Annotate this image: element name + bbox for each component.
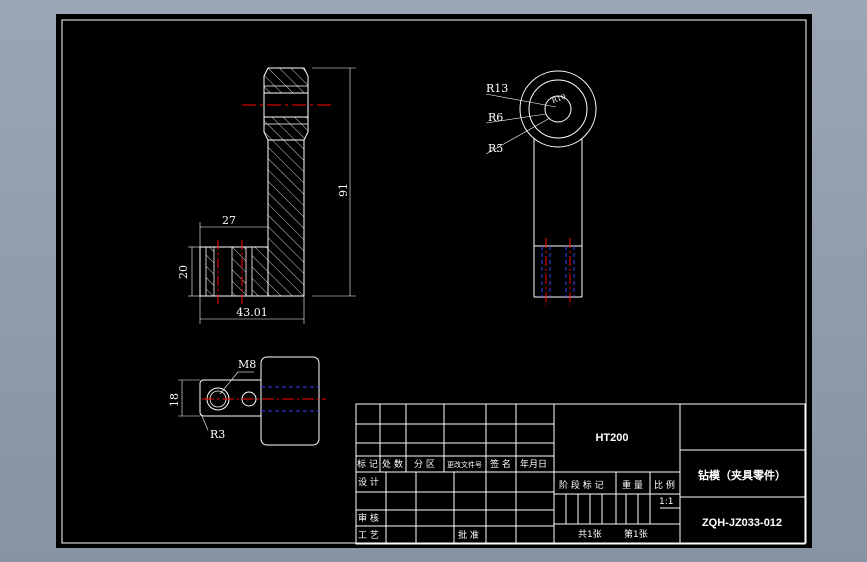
label-sheet-no: 第1张 bbox=[624, 528, 648, 540]
dim-overall-height: 91 bbox=[337, 183, 350, 197]
label-signature: 签 名 bbox=[490, 458, 511, 470]
top-view: 18 M8 R3 bbox=[168, 356, 326, 446]
label-zone: 分 区 bbox=[414, 459, 435, 470]
part-name: 钻模（夹具零件） bbox=[698, 468, 786, 482]
dim-total-width: 43.01 bbox=[236, 306, 268, 319]
label-sheets-total: 共1张 bbox=[578, 529, 602, 540]
label-stage-mark: 阶 段 标 记 bbox=[559, 479, 604, 491]
outer-circle bbox=[519, 70, 597, 148]
dim-radius-inner: R5 bbox=[488, 142, 503, 155]
shaft bbox=[267, 139, 305, 297]
cad-drawing: 91 27 20 43.01 R10 R13 R6 R5 18 M8 R3 标 … bbox=[61, 19, 807, 545]
label-weight: 重 量 bbox=[622, 479, 643, 491]
label-mark: 标 记 bbox=[357, 458, 378, 470]
dim-flange-width: 27 bbox=[222, 214, 236, 227]
title-block-text: 标 记 处 数 分 区 更改文件号 签 名 年月日 设 计 审 核 工 艺 批 … bbox=[357, 432, 786, 541]
dim-thread: M8 bbox=[238, 358, 256, 371]
label-design: 设 计 bbox=[358, 476, 379, 488]
material: HT200 bbox=[595, 432, 628, 444]
plate-outline bbox=[199, 379, 262, 417]
label-review: 审 核 bbox=[358, 512, 379, 524]
drawing-sheet: 91 27 20 43.01 R10 R13 R6 R5 18 M8 R3 标 … bbox=[56, 14, 812, 548]
dim-radius-outer: R13 bbox=[486, 82, 508, 95]
scale-value: 1:1 bbox=[659, 497, 673, 507]
dim-radius-mid: R6 bbox=[488, 111, 503, 124]
dim-plate-radius: R3 bbox=[210, 428, 225, 441]
label-approve: 批 准 bbox=[458, 529, 479, 541]
dim-hole-radius: R10 bbox=[551, 93, 567, 105]
drawing-number: ZQH-JZ033-012 bbox=[702, 517, 782, 529]
label-ratio: 比 例 bbox=[654, 479, 675, 491]
label-process: 工 艺 bbox=[358, 530, 379, 541]
label-date: 年月日 bbox=[520, 458, 547, 470]
label-count: 处 数 bbox=[382, 458, 403, 470]
front-view: 91 27 20 43.01 bbox=[177, 67, 356, 324]
side-view: R10 R13 R6 R5 bbox=[485, 70, 597, 306]
head-top bbox=[260, 356, 320, 446]
dim-plate-height: 18 bbox=[168, 393, 181, 407]
dim-flange-height: 20 bbox=[177, 265, 190, 279]
label-change-doc: 更改文件号 bbox=[447, 460, 482, 469]
